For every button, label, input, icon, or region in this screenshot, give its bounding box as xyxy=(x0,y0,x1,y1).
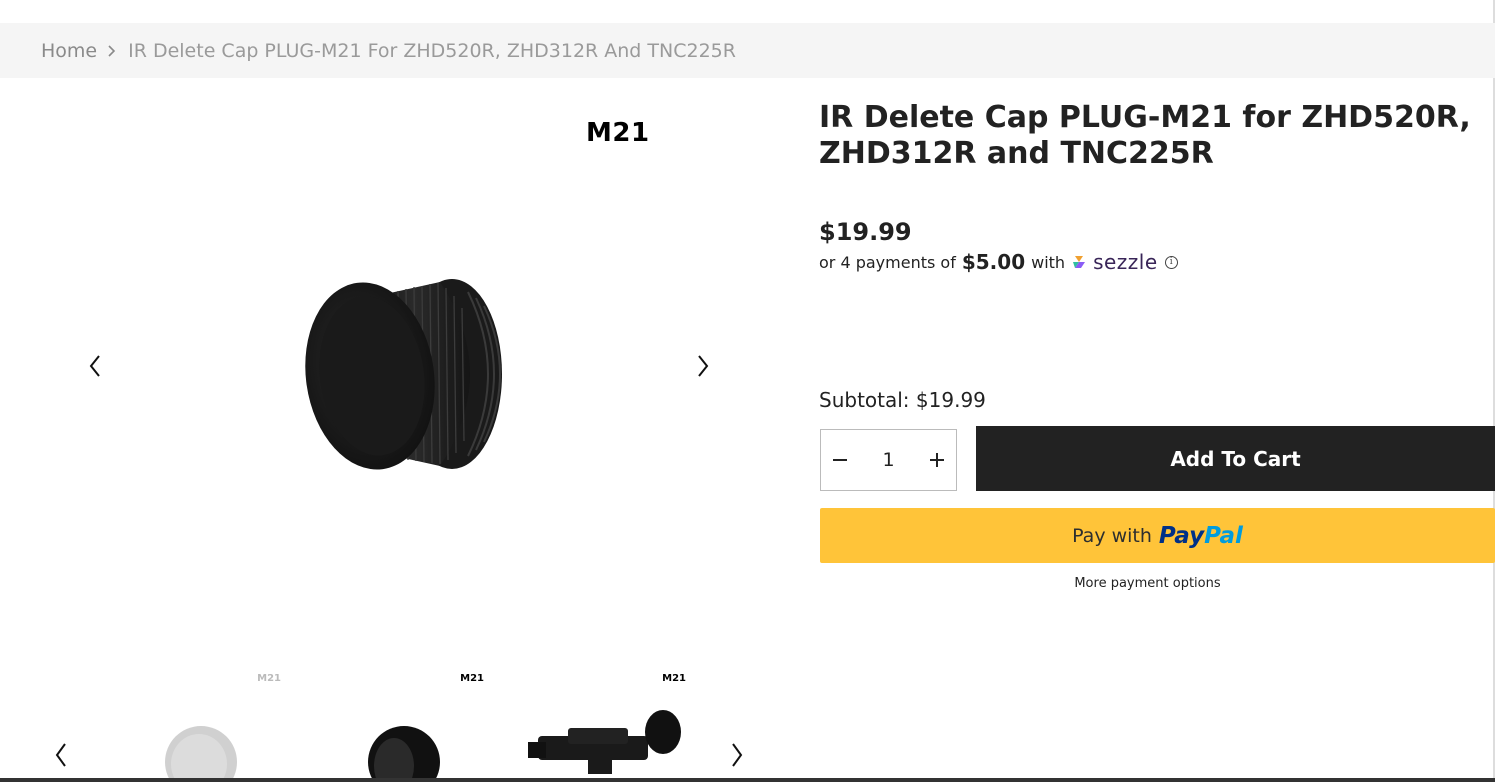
sezzle-prefix: or 4 payments of xyxy=(819,252,956,272)
chevron-right-icon xyxy=(732,743,743,767)
product-info: IR Delete Cap PLUG-M21 for ZHD520R, ZHD3… xyxy=(819,100,1495,274)
product-gallery: M21 M21 M21 M21 xyxy=(0,78,800,782)
scope-thumbnail-image xyxy=(528,710,681,774)
thumbnail-label: M21 xyxy=(257,673,281,684)
paypal-logo-part-a: Pay xyxy=(1158,522,1205,549)
subtotal: Subtotal: $19.99 xyxy=(819,388,986,412)
paypal-pay-with-text: Pay with xyxy=(1072,524,1152,547)
paypal-logo: PayPal xyxy=(1159,523,1243,549)
gallery-next-button[interactable] xyxy=(688,351,718,381)
thumbnail-item[interactable]: M21 xyxy=(123,668,293,782)
cap-thumbnail-image xyxy=(368,726,440,782)
cap-thumbnail-image xyxy=(165,726,237,782)
thumbnail-prev-button[interactable] xyxy=(46,740,76,770)
more-payment-options-label: More payment options xyxy=(1074,576,1221,591)
gallery-prev-button[interactable] xyxy=(80,351,110,381)
decrease-quantity-button[interactable] xyxy=(827,447,853,473)
quantity-input[interactable] xyxy=(868,449,909,471)
minus-icon xyxy=(833,459,847,461)
breadcrumb-home-link[interactable]: Home xyxy=(41,40,97,62)
chevron-right-icon xyxy=(107,44,116,58)
sezzle-mark-icon xyxy=(1073,256,1086,268)
info-icon[interactable]: i xyxy=(1164,255,1178,269)
plus-icon xyxy=(930,453,944,467)
subtotal-label: Subtotal: xyxy=(819,388,910,412)
thumbnail-item[interactable]: M21 xyxy=(326,668,496,782)
chevron-left-icon xyxy=(55,743,66,767)
sezzle-with: with xyxy=(1031,252,1066,272)
thumbnail-item[interactable]: M21 xyxy=(528,668,698,782)
product-price: $19.99 xyxy=(819,218,912,246)
paypal-button[interactable]: Pay with PayPal xyxy=(820,508,1495,563)
image-model-label: M21 xyxy=(586,118,650,148)
subtotal-value: $19.99 xyxy=(915,388,986,412)
bottom-divider xyxy=(0,778,1495,782)
thumbnail-label: M21 xyxy=(662,673,686,684)
thumbnail-label: M21 xyxy=(460,673,484,684)
main-product-image[interactable]: M21 xyxy=(110,98,690,638)
quantity-stepper xyxy=(820,429,957,491)
sezzle-installments: or 4 payments of $5.00 with sezzle i xyxy=(819,250,1495,274)
breadcrumb: Home IR Delete Cap PLUG-M21 For ZHD520R,… xyxy=(0,23,1495,78)
sezzle-installment-amount: $5.00 xyxy=(961,250,1026,274)
chevron-left-icon xyxy=(89,355,100,377)
chevron-right-icon xyxy=(698,355,709,377)
thumbnail-strip: M21 M21 M21 xyxy=(0,668,800,782)
paypal-logo-part-b: Pal xyxy=(1204,522,1243,549)
thumbnail-next-button[interactable] xyxy=(722,740,752,770)
sezzle-logo[interactable]: sezzle xyxy=(1071,250,1158,274)
more-payment-options-link[interactable]: More payment options xyxy=(820,576,1495,591)
product-title: IR Delete Cap PLUG-M21 for ZHD520R, ZHD3… xyxy=(819,100,1471,171)
breadcrumb-current: IR Delete Cap PLUG-M21 For ZHD520R, ZHD3… xyxy=(128,39,736,62)
increase-quantity-button[interactable] xyxy=(924,447,950,473)
sezzle-brand-text: sezzle xyxy=(1093,250,1158,274)
add-to-cart-button[interactable]: Add To Cart xyxy=(976,426,1495,491)
cap-image xyxy=(305,279,502,470)
